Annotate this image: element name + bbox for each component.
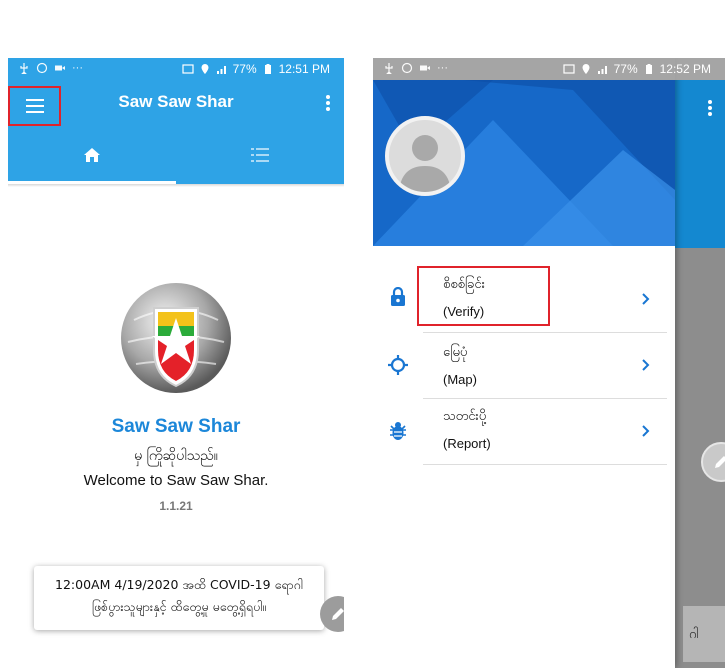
edit-icon <box>715 456 725 468</box>
underlying-status-card: ဂါ <box>683 606 725 662</box>
covid-status-line2: ဖြစ်ပွားသူများနှင့် ထိတွေ့မှု မတွေ့ရှိရပ… <box>91 599 267 614</box>
battery-icon <box>645 64 652 74</box>
location-target-icon-wrap <box>387 354 409 376</box>
welcome-subtitle-english: Welcome to Saw Saw Shar. <box>83 472 269 489</box>
status-time: 12:52 PM <box>659 62 711 76</box>
signal-icon <box>597 66 607 74</box>
person-icon <box>399 135 451 192</box>
tab-home[interactable] <box>8 126 176 184</box>
location-icon <box>201 64 209 74</box>
welcome-title: Saw Saw Shar <box>111 416 241 437</box>
app-version: 1.1.21 <box>159 499 193 513</box>
more-notifications-icon: ··· <box>437 62 448 74</box>
system-icons: 77% 12:51 PM <box>181 62 330 76</box>
whatsapp-icon <box>401 62 413 74</box>
system-icons: 77% 12:52 PM <box>562 62 711 76</box>
menu-label-map-en: (Map) <box>443 372 477 387</box>
tab-bar-shadow <box>8 184 344 187</box>
underlying-more-button <box>703 96 717 120</box>
menu-divider <box>423 332 667 333</box>
lock-icon-wrap <box>387 286 409 308</box>
bug-icon-wrap <box>387 420 409 442</box>
screen-icon <box>181 64 194 74</box>
list-icon <box>251 148 269 162</box>
menu-divider <box>423 464 667 465</box>
navigation-drawer: စိစစ်ခြင်း (Verify) မြေပုံ (Map) သတင်းပိ… <box>373 58 675 668</box>
home-icon <box>84 148 100 162</box>
menu-label-report-en: (Report) <box>443 436 491 451</box>
location-target-icon <box>388 355 408 375</box>
screen-icon <box>562 64 575 74</box>
welcome-subtitle-myanmar: မှ ကြိုဆိုပါသည်။ <box>134 448 218 464</box>
status-bar: ··· 77% 12:52 PM <box>373 58 725 80</box>
verify-highlight-box <box>417 266 550 326</box>
usb-icon <box>385 63 393 74</box>
video-icon <box>420 65 430 71</box>
profile-avatar[interactable] <box>385 116 465 196</box>
battery-percent: 77% <box>232 62 257 76</box>
home-screen: ··· 77% 12:51 PM Saw Saw Shar Saw Saw Sh… <box>8 58 344 668</box>
menu-item-report[interactable]: သတင်းပို့ (Report) <box>373 400 675 464</box>
chevron-right-icon <box>642 359 650 371</box>
bug-icon <box>390 422 406 440</box>
covid-status-line1: 12:00AM 4/19/2020 အထိ COVID-19 ရောဂါ <box>55 577 303 592</box>
drawer-header <box>373 80 675 246</box>
status-bar: ··· 77% 12:51 PM <box>8 58 344 80</box>
notification-icons: ··· <box>18 62 83 74</box>
video-icon <box>55 65 65 71</box>
more-vertical-icon <box>326 95 330 111</box>
usb-icon <box>20 63 28 74</box>
app-bar: Saw Saw Shar <box>8 80 344 126</box>
menu-item-map[interactable]: မြေပုံ (Map) <box>373 334 675 398</box>
covid-status-card: 12:00AM 4/19/2020 အထိ COVID-19 ရောဂါ ဖြစ… <box>34 566 324 630</box>
tab-list[interactable] <box>176 126 344 184</box>
more-notifications-icon: ··· <box>72 62 83 74</box>
location-icon <box>582 64 590 74</box>
app-title: Saw Saw Shar <box>118 92 234 111</box>
battery-percent: 77% <box>613 62 638 76</box>
underlying-app-bar <box>673 80 725 248</box>
menu-label-report-my: သတင်းပို့ <box>443 409 487 424</box>
battery-icon <box>264 64 271 74</box>
whatsapp-icon <box>36 62 48 74</box>
menu-label-map-my: မြေပုံ <box>443 345 468 360</box>
tab-bar <box>8 126 344 184</box>
chevron-right-icon <box>642 425 650 437</box>
more-vertical-icon <box>708 100 712 116</box>
status-time: 12:51 PM <box>278 62 330 76</box>
more-options-button[interactable] <box>320 90 336 116</box>
lock-icon <box>391 287 405 306</box>
chevron-right-icon <box>642 293 650 305</box>
menu-divider <box>423 398 667 399</box>
drawer-screen: ဂါ ··· 77% 12:52 PM စိစစ်ခြင်း (Verify) … <box>373 58 725 668</box>
notification-icons: ··· <box>383 62 448 74</box>
signal-icon <box>216 66 226 74</box>
myanmar-emblem-logo <box>121 283 231 393</box>
edit-icon <box>332 608 344 620</box>
underlying-card-text: ဂါ <box>689 627 699 642</box>
